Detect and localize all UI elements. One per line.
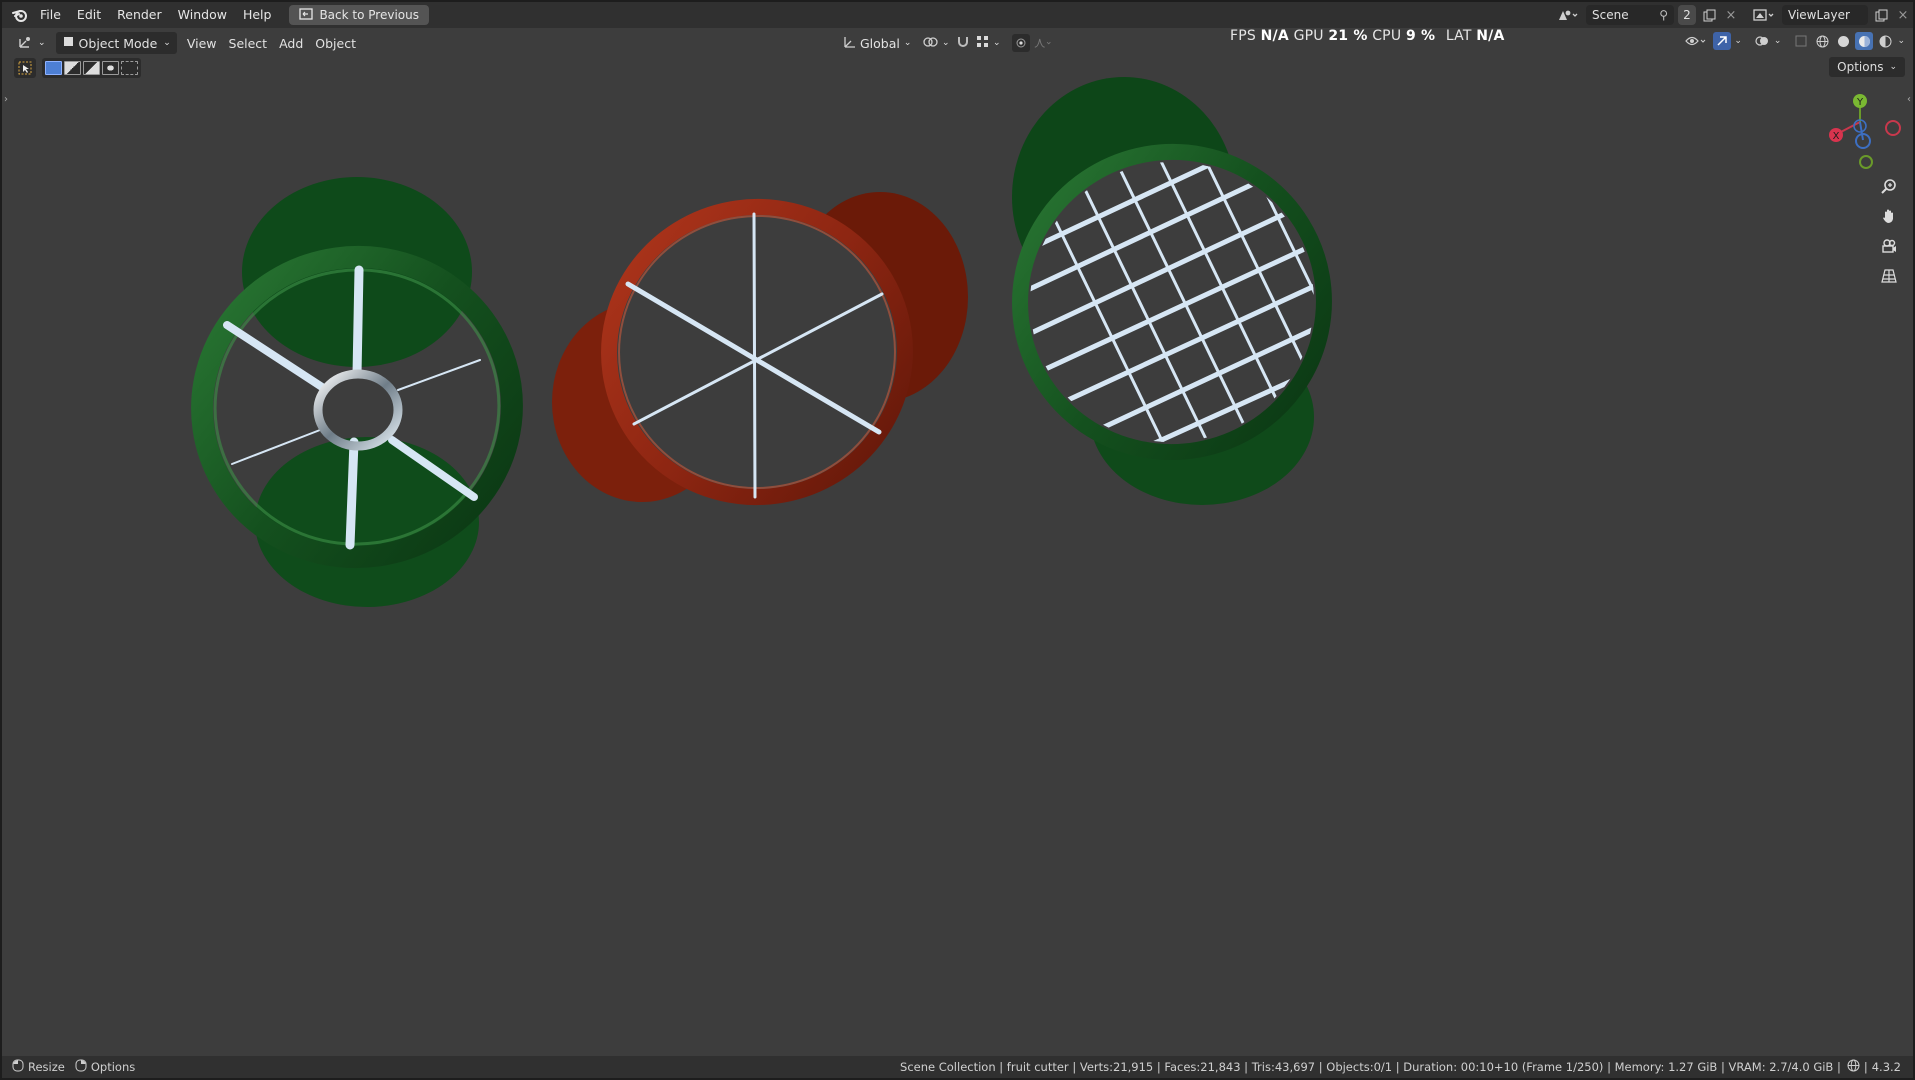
gizmo-toggle-icon[interactable] [1713,32,1732,50]
top-menu-bar: File Edit Render Window Help Back to Pre… [2,2,1913,28]
options-hint: Options [90,1060,136,1074]
viewport-shading-controls: ⌄ ⌄ ⌄ [1682,32,1905,50]
gpu-label: GPU [1293,28,1324,44]
wireframe-shading-icon[interactable] [1813,32,1831,50]
cpu-label: CPU [1372,28,1402,44]
scene-statistics: Scene Collection | fruit cutter | Verts:… [900,1060,1841,1074]
view-layer-icon[interactable] [1750,6,1778,24]
scene-icon[interactable] [1554,6,1582,24]
resize-hint: Resize [28,1060,65,1074]
menu-view[interactable]: View [181,32,223,54]
proportional-editing-icon[interactable] [1012,34,1030,52]
delete-view-layer-icon[interactable]: × [1894,6,1912,24]
gpu-value: 21 % [1328,28,1368,44]
menu-select[interactable]: Select [223,32,274,54]
view-layer-name: ViewLayer [1788,8,1850,22]
status-bar: Resize Options Scene Collection | fruit … [2,1056,1913,1078]
blender-version: 4.3.2 [1871,1060,1901,1074]
chevron-down-icon[interactable]: ⌄ [1774,36,1782,46]
visibility-eye-icon[interactable] [1682,32,1710,50]
chevron-down-icon: ⌄ [903,38,912,48]
performance-stats: FPS N/A GPU 21 % CPU 9 % LAT N/A [1230,28,1505,44]
cpu-value: 9 % [1405,28,1436,44]
view-layer-field[interactable]: ViewLayer [1782,5,1868,25]
menu-window[interactable]: Window [170,4,235,26]
chevron-down-icon: ⌄ [942,38,950,48]
menu-help[interactable]: Help [235,4,280,26]
viewport-header: ⌄ Object Mode ⌄ View Select Add Object G… [2,30,1913,56]
mode-dropdown[interactable]: Object Mode ⌄ [55,32,177,54]
chevron-down-icon: ⌄ [993,38,1001,48]
pin-icon[interactable]: ⚲ [1659,8,1668,22]
menu-add[interactable]: Add [273,32,309,54]
falloff-curve-icon[interactable] [1034,34,1052,52]
viewport-3d[interactable] [2,56,1913,1056]
blender-window: File Edit Render Window Help Back to Pre… [2,2,1913,1078]
menu-edit[interactable]: Edit [69,4,109,26]
axis-editor-icon [18,35,34,52]
screen-back-icon [299,7,314,23]
rendered-shading-icon[interactable] [1876,32,1894,50]
fps-label: FPS [1230,28,1256,44]
chevron-down-icon: ⌄ [163,38,171,48]
object-mode-icon [62,35,75,51]
xray-toggle-icon[interactable] [1792,32,1810,50]
mode-label: Object Mode [78,35,158,51]
solid-shading-icon[interactable] [1834,32,1852,50]
overlays-icon[interactable] [1753,32,1771,50]
snap-grid-icon [976,35,989,51]
fps-value: N/A [1260,28,1289,44]
menu-file[interactable]: File [32,4,69,26]
menu-render[interactable]: Render [109,4,170,26]
delete-scene-icon[interactable]: × [1722,6,1740,24]
orientation-axes-icon [842,35,856,52]
transform-orientation-dropdown[interactable]: Global ⌄ [836,32,917,54]
chevron-down-icon: ⌄ [38,38,46,48]
scene-selector: Scene ⚲ 2 × ViewLayer × [1554,5,1912,25]
menu-object[interactable]: Object [309,32,362,54]
scene-users-count[interactable]: 2 [1678,5,1696,25]
new-scene-icon[interactable] [1700,6,1718,24]
chevron-down-icon[interactable]: ⌄ [1897,36,1905,46]
snap-target-dropdown[interactable]: ⌄ [970,32,1007,54]
pivot-point-dropdown[interactable]: ⌄ [916,32,956,54]
green-corer-object[interactable] [183,177,532,607]
material-preview-shading-icon[interactable] [1855,32,1874,50]
back-to-previous-button[interactable]: Back to Previous [289,5,429,25]
lat-label: LAT [1445,28,1472,44]
pivot-icon [922,35,938,52]
mouse-left-icon [12,1059,24,1075]
editor-type-dropdown[interactable]: ⌄ [12,32,52,54]
lat-value: N/A [1476,28,1505,44]
scene-name-field[interactable]: Scene ⚲ [1586,5,1674,25]
orientation-label: Global [860,35,900,51]
scene-name: Scene [1592,8,1629,22]
mouse-right-icon [75,1059,87,1075]
green-corer-center-ring [313,369,403,451]
scene-users-value: 2 [1683,8,1691,22]
blender-logo-icon[interactable] [8,6,32,24]
green-dicer-object[interactable] [996,77,1422,505]
network-globe-icon[interactable] [1847,1059,1860,1075]
red-slicer-object[interactable] [552,188,968,516]
separator: | [1863,1060,1868,1074]
chevron-down-icon[interactable]: ⌄ [1734,36,1742,46]
back-to-previous-label: Back to Previous [319,8,419,22]
new-view-layer-icon[interactable] [1872,6,1890,24]
